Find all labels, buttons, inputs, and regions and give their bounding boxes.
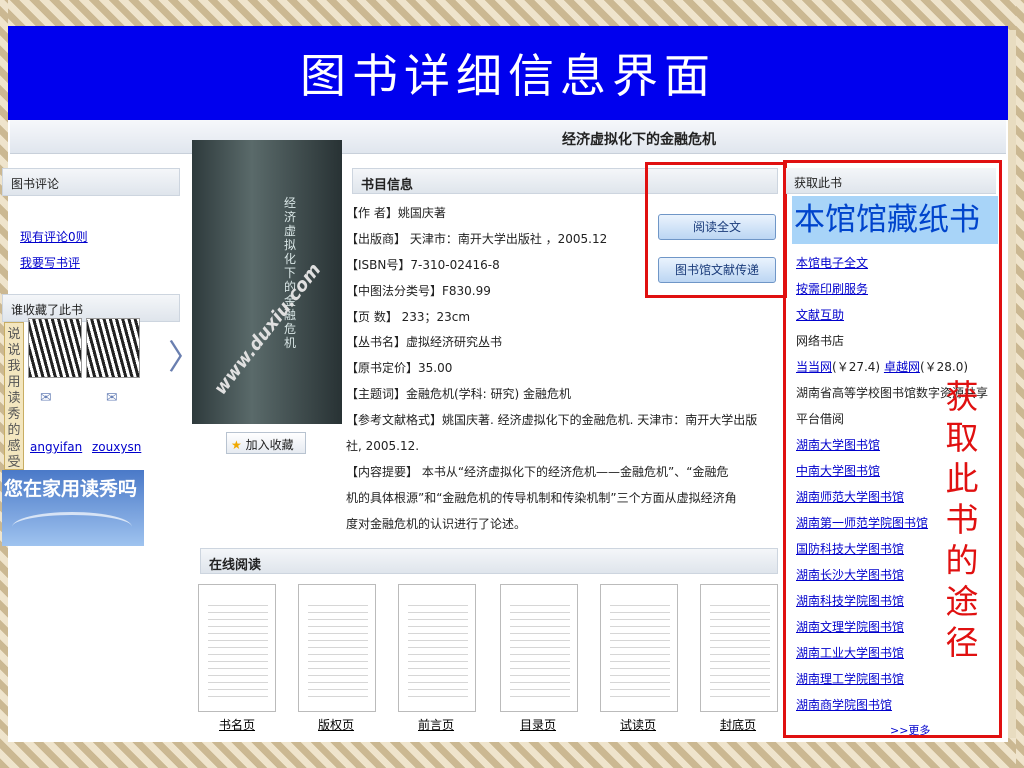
info-citation: 【参考文献格式】姚国庆著. 经济虚拟化下的金融危机. 天津市：南开大学出版 bbox=[346, 413, 758, 427]
info-price: 【原书定价】35.00 bbox=[346, 361, 453, 375]
add-favorite-button[interactable]: ★ 加入收藏 bbox=[226, 432, 306, 454]
page-thumbnail[interactable] bbox=[298, 584, 376, 712]
promo-text: 您在家用读秀吗 bbox=[4, 478, 138, 500]
slide-title: 图书详细信息界面 bbox=[8, 26, 1008, 120]
cover-watermark: www.duxiu.com bbox=[210, 259, 326, 399]
frame-right-border bbox=[1016, 0, 1024, 768]
promo-banner[interactable]: 您在家用读秀吗 bbox=[2, 470, 144, 546]
promo-swoosh bbox=[12, 512, 132, 542]
feedback-side-tab[interactable]: 说说我用读秀的感受 bbox=[4, 322, 24, 470]
page-link-sample[interactable]: 试读页 bbox=[620, 716, 656, 733]
info-publisher: 【出版商】 天津市：南开大学出版社 ，2005.12 bbox=[346, 232, 608, 246]
page-link-back-cover[interactable]: 封底页 bbox=[720, 716, 756, 733]
online-reading-head: 在线阅读 bbox=[200, 548, 778, 574]
info-author: 【作 者】姚国庆著 bbox=[346, 206, 446, 220]
info-isbn: 【ISBN号】7-310-02416-8 bbox=[346, 258, 500, 272]
frame-bottom-border bbox=[0, 738, 1024, 768]
info-abstract-end: 度对金融危机的认识进行了论述。 bbox=[346, 517, 527, 531]
info-subject: 【主题词】金融危机(学科: 研究) 金融危机 bbox=[346, 387, 572, 401]
page-thumbnail[interactable] bbox=[500, 584, 578, 712]
info-abstract-cont: 机的具体根源”和“金融危机的传导机制和传染机制”三个方面从虚拟经济角 bbox=[346, 491, 737, 505]
user-link-2[interactable]: zouxysn bbox=[92, 440, 141, 454]
info-series: 【丛书名】虚拟经济研究丛书 bbox=[346, 335, 503, 349]
avatar[interactable] bbox=[28, 318, 82, 378]
review-section-head: 图书评论 bbox=[2, 168, 180, 196]
page-link-title[interactable]: 书名页 bbox=[219, 716, 255, 733]
info-pages: 【页 数】 233；23cm bbox=[346, 310, 471, 324]
mail-icon[interactable]: ✉ bbox=[40, 390, 52, 406]
info-classification: 【中图法分类号】F830.99 bbox=[346, 284, 491, 298]
mail-icon[interactable]: ✉ bbox=[106, 390, 118, 406]
page-thumbnail[interactable] bbox=[700, 584, 778, 712]
page-link-contents[interactable]: 目录页 bbox=[520, 716, 556, 733]
page-thumbnail[interactable] bbox=[600, 584, 678, 712]
highlight-box-buttons bbox=[645, 162, 787, 298]
review-count-link[interactable]: 现有评论0则 bbox=[20, 228, 88, 245]
book-title: 经济虚拟化下的金融危机 bbox=[562, 132, 716, 148]
write-review-link[interactable]: 我要写书评 bbox=[20, 254, 80, 271]
star-icon: ★ bbox=[231, 438, 242, 452]
user-link-1[interactable]: angyifan bbox=[30, 440, 82, 454]
highlight-box-acquire bbox=[783, 160, 1002, 738]
page-thumbnail[interactable] bbox=[198, 584, 276, 712]
page-link-preface[interactable]: 前言页 bbox=[418, 716, 454, 733]
book-cover[interactable]: 经济虚拟化下的金融危机 www.duxiu.com bbox=[192, 140, 342, 424]
info-citation-cont: 社, 2005.12. bbox=[346, 439, 420, 453]
book-title-bar: 经济虚拟化下的金融危机 bbox=[10, 120, 1006, 154]
avatar[interactable] bbox=[86, 318, 140, 378]
add-favorite-label: 加入收藏 bbox=[245, 438, 294, 452]
info-abstract: 【内容提要】 本书从“经济虚拟化下的经济危机——金融危机”、“金融危 bbox=[346, 465, 729, 479]
page-thumbnail[interactable] bbox=[398, 584, 476, 712]
page-link-copyright[interactable]: 版权页 bbox=[318, 716, 354, 733]
